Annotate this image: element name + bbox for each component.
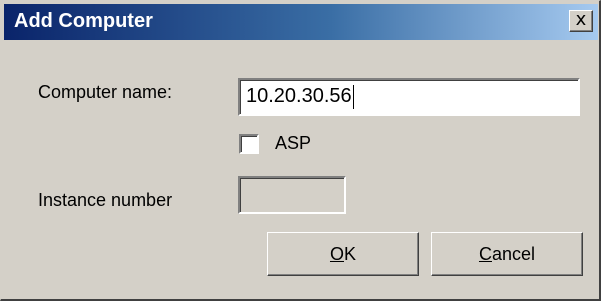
cancel-label-rest: ancel [491,244,536,264]
asp-label[interactable]: ASP [275,133,311,154]
cancel-button[interactable]: Cancel [431,232,583,276]
add-computer-dialog: Add Computer x Computer name: 10.20.30.5… [0,0,601,301]
ok-button[interactable]: OK [267,232,419,276]
asp-checkbox[interactable] [239,134,259,154]
dialog-title: Add Computer [14,10,153,32]
ok-mnemonic: O [329,244,344,264]
instance-number-input [238,176,346,214]
instance-number-label: Instance number [38,190,173,210]
ok-label-rest: K [344,244,357,264]
title-bar[interactable]: Add Computer x [4,4,598,40]
close-icon: x [575,9,587,30]
computer-name-value: 10.20.30.56 [246,85,352,107]
cancel-mnemonic: C [478,244,492,264]
computer-name-label: Computer name: [38,82,173,102]
text-caret [352,84,354,109]
computer-name-input[interactable]: 10.20.30.56 [238,78,580,116]
close-button[interactable]: x [569,10,593,32]
